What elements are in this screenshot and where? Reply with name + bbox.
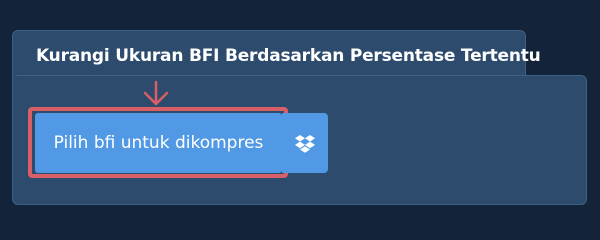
page-title: Kurangi Ukuran BFI Berdasarkan Persentas… bbox=[36, 46, 541, 66]
dropbox-button[interactable] bbox=[282, 113, 328, 173]
arrow-down-icon bbox=[143, 80, 169, 106]
dropbox-icon bbox=[295, 134, 315, 153]
tool-panel-tab-joint bbox=[13, 76, 525, 90]
choose-file-button[interactable]: Pilih bfi untuk dikompres bbox=[35, 113, 282, 173]
